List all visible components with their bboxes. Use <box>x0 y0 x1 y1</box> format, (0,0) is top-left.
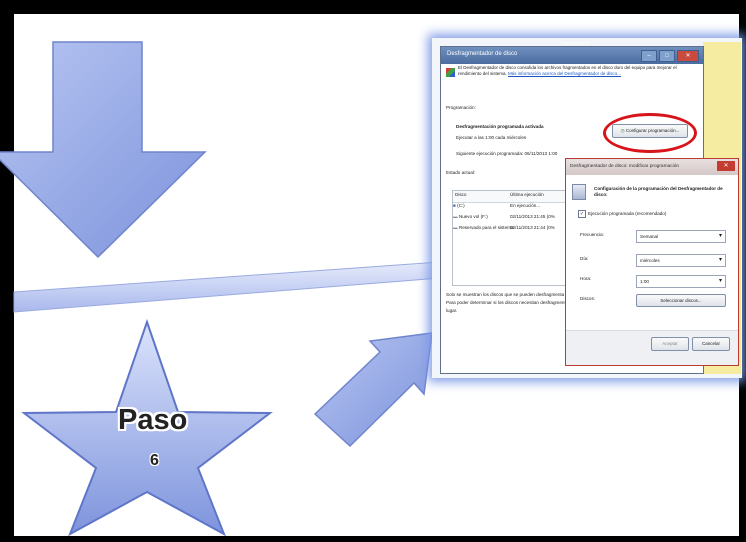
frecuencia-label: Frecuencia: <box>580 232 605 237</box>
footer-note-2: Para poder determinar si los discos nece… <box>446 300 566 305</box>
chevron-down-icon: ▾ <box>718 233 722 239</box>
disk-row[interactable]: ▬ Nuevo vol (F:) <box>453 214 488 219</box>
chevron-down-icon: ▾ <box>718 257 722 263</box>
accept-button[interactable]: Aceptar <box>651 337 689 351</box>
dialog-title-bar: Desfragmentador de disco: modificar prog… <box>566 159 738 175</box>
programacion-label: Programación: <box>446 105 476 110</box>
scheduled-checkbox[interactable]: ✓ <box>578 210 586 218</box>
discos-label: Discos: <box>580 296 596 301</box>
maximize-button[interactable]: □ <box>659 50 675 62</box>
drive-icon: ▬ <box>453 225 458 230</box>
disk-row[interactable]: ■ (C:) <box>453 203 465 208</box>
chevron-down-icon: ▾ <box>718 278 722 284</box>
footer-note-3: lugar. <box>446 308 458 313</box>
step-label: Paso <box>118 404 188 436</box>
disk-last-run: En ejecución... <box>510 203 541 208</box>
slide: Paso 6 Paint Shop P Desfragmentador de d… <box>0 0 746 542</box>
diagonal-arrow-icon <box>313 332 433 448</box>
step-number: 6 <box>150 452 159 469</box>
schedule-next: Siguiente ejecución programada: 06/11/20… <box>456 151 558 156</box>
column-last-run[interactable]: Última ejecución <box>510 192 544 197</box>
hora-label: Hora: <box>580 276 592 281</box>
title-bar: Desfragmentador de disco – □ ✕ <box>441 47 703 64</box>
select-disks-button[interactable]: Seleccionar discos... <box>636 294 726 307</box>
highlight-circle <box>603 113 697 153</box>
dialog-heading: Configuración de la programación del Des… <box>594 186 723 197</box>
cancel-button[interactable]: Cancelar <box>692 337 730 351</box>
dia-value: miércoles <box>640 258 660 263</box>
frecuencia-value: Semanal <box>640 234 659 239</box>
more-info-link[interactable]: Más información acerca del Desfragmentad… <box>508 71 621 76</box>
schedule-icon <box>572 184 586 200</box>
disk-last-run: 02/11/2013 21:45 (0% <box>510 214 555 219</box>
minimize-button[interactable]: – <box>641 50 657 62</box>
drive-icon: ▬ <box>453 214 458 219</box>
down-arrow-icon <box>0 41 207 259</box>
footer-note-1: Solo se muestran los discos que se puede… <box>446 292 565 297</box>
hora-value: 1:00 <box>640 279 649 284</box>
drive-c-icon: ■ <box>453 203 456 208</box>
hora-select[interactable]: 1:00 ▾ <box>636 275 726 288</box>
disk-name: Reservado para el sistema <box>458 225 514 230</box>
decorative-band <box>13 261 441 313</box>
window-title: Desfragmentador de disco <box>447 51 518 57</box>
disk-name: (C:) <box>457 203 465 208</box>
dialog-title: Desfragmentador de disco: modificar prog… <box>570 164 680 169</box>
schedule-run: Ejecutar a las 1:00 cada miércoles <box>456 135 527 140</box>
defrag-app-icon <box>446 68 455 77</box>
dialog-close-button[interactable]: ✕ <box>717 161 735 171</box>
dia-label: Día: <box>580 256 589 261</box>
background-window-title: Paint Shop P <box>560 41 590 47</box>
frecuencia-select[interactable]: Semanal ▾ <box>636 230 726 243</box>
schedule-status: Desfragmentación programada activada <box>456 124 544 129</box>
disk-last-run: 02/11/2013 21:44 (0% <box>510 225 555 230</box>
close-button[interactable]: ✕ <box>677 50 699 62</box>
window-description: El Desfragmentador de disco consolida lo… <box>458 65 690 77</box>
dia-select[interactable]: miércoles ▾ <box>636 254 726 267</box>
scheduled-checkbox-label: Ejecución programada (recomendado) <box>588 211 667 216</box>
estado-label: Estado actual: <box>446 170 476 175</box>
disk-name: Nuevo vol (F:) <box>458 214 488 219</box>
disk-row[interactable]: ▬ Reservado para el sistema <box>453 225 514 230</box>
column-disco[interactable]: Disco <box>455 192 467 197</box>
